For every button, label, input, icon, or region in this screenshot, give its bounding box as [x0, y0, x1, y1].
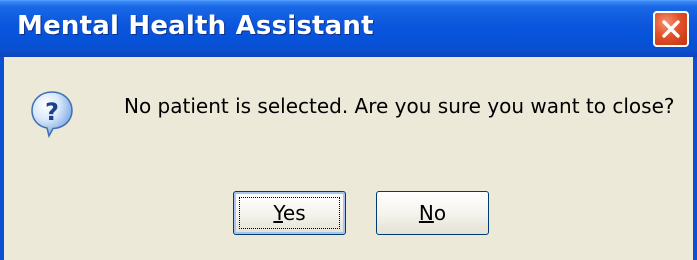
- message-dialog: Mental Health Assistant ? No patient is …: [0, 0, 697, 260]
- yes-button-label: Yes: [273, 201, 305, 225]
- title-bar[interactable]: Mental Health Assistant: [0, 0, 697, 57]
- yes-button[interactable]: Yes: [233, 191, 346, 235]
- yes-mnemonic: Y: [273, 201, 283, 225]
- window-title: Mental Health Assistant: [17, 11, 374, 41]
- yes-label-rest: es: [282, 201, 306, 225]
- dialog-body: ? No patient is selected. Are you sure y…: [0, 57, 697, 260]
- svg-text:?: ?: [45, 98, 59, 126]
- close-icon: [662, 20, 680, 38]
- no-button-label: No: [419, 201, 446, 225]
- no-label-rest: o: [433, 201, 447, 225]
- no-button[interactable]: No: [376, 191, 489, 235]
- no-mnemonic: N: [418, 201, 434, 225]
- close-button[interactable]: [653, 11, 689, 47]
- question-icon: ?: [31, 91, 73, 138]
- dialog-message: No patient is selected. Are you sure you…: [124, 94, 675, 118]
